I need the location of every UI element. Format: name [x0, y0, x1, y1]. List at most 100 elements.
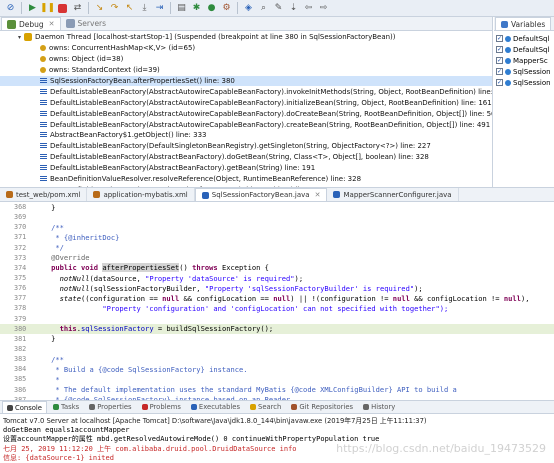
console-tab[interactable]: Console	[2, 401, 47, 413]
terminate-icon[interactable]	[58, 3, 67, 13]
line-number: 383	[14, 355, 27, 364]
java-file-icon	[333, 191, 341, 198]
checkbox-checked-icon[interactable]: ✓	[496, 68, 503, 75]
code-line: 370 /**	[0, 222, 554, 232]
code-line: 382	[0, 344, 554, 354]
variable-row[interactable]: ✓ SqlSession	[494, 66, 554, 77]
skip-breakpoints-icon[interactable]: ⊘	[4, 2, 17, 15]
collapse-icon[interactable]: ▾	[18, 34, 21, 41]
code-area[interactable]: 368 } 369 370 /** 371 * {@inheritDoc} 372 */…	[0, 202, 554, 400]
drop-to-frame-icon[interactable]: ⤓	[138, 2, 151, 15]
external-tools-icon[interactable]: ⚙	[220, 2, 233, 15]
breakpoint-icon	[505, 79, 511, 86]
line-number: 368	[14, 203, 27, 212]
main-toolbar: ⊘ ▶ ❚❚ ⇄ ↘ ↷ ↖ ⤓ ⇥ ▤ ✱ ● ⚙ ◈ ⌕ ✎ ⇣ ⇦ ⇨	[0, 0, 554, 17]
editor-tab[interactable]: test_web/pom.xml	[0, 188, 88, 201]
console-tab[interactable]: Search	[246, 401, 285, 413]
editor-tab[interactable]: MapperScannerConfigurer.java	[327, 188, 459, 201]
close-icon[interactable]: ✕	[49, 20, 55, 28]
disconnect-icon[interactable]: ⇄	[71, 2, 84, 15]
variable-label: SqlSession	[513, 78, 551, 87]
toolbar-separator	[237, 2, 238, 14]
variable-row[interactable]: ✓ DefaultSql	[494, 44, 554, 55]
line-number: 372	[14, 243, 27, 252]
console-tab-label: Git Repositories	[299, 403, 354, 411]
editor-tab[interactable]: SqlSessionFactoryBean.java ✕	[194, 188, 328, 201]
stack-frame-icon	[40, 99, 47, 106]
xml-file-icon	[6, 191, 13, 198]
next-annotation-icon[interactable]: ⇣	[287, 2, 300, 15]
stack-frame-row[interactable]: DefaultListableBeanFactory(AbstractBeanF…	[0, 163, 492, 174]
stack-frame-row[interactable]: DefaultListableBeanFactory(AbstractAutow…	[0, 108, 492, 119]
variable-row[interactable]: ✓ MapperSc	[494, 55, 554, 66]
tab-servers[interactable]: Servers	[61, 17, 112, 30]
monitor-icon	[40, 45, 46, 52]
checkbox-checked-icon[interactable]: ✓	[496, 35, 503, 42]
thread-row[interactable]: ▾ Daemon Thread [localhost-startStop-1] …	[0, 32, 492, 43]
owns-row[interactable]: owns: ConcurrentHashMap<K,V> (id=65)	[0, 43, 492, 54]
search-icon[interactable]: ⌕	[257, 2, 270, 15]
code-line: 378 "Property 'configuration' and 'confi…	[0, 303, 554, 313]
stack-frame-label: DefaultListableBeanFactory(AbstractAutow…	[50, 98, 493, 107]
variables-view: Variables ✓ DefaultSql ✓ DefaultSql ✓ MapperS…	[494, 17, 554, 187]
code-text: /**	[34, 354, 64, 364]
console-line: doGetBean equals1accountMapper	[3, 425, 130, 434]
forward-icon[interactable]: ⇨	[317, 2, 330, 15]
code-line: 376 notNull(sqlSessionFactoryBuilder, "P…	[0, 283, 554, 293]
console-tab[interactable]: Git Repositories	[287, 401, 357, 413]
code-text: @Override	[34, 253, 90, 263]
owns-row[interactable]: owns: StandardContext (id=39)	[0, 65, 492, 76]
checkbox-checked-icon[interactable]: ✓	[496, 57, 503, 64]
variable-row[interactable]: ✓ DefaultSql	[494, 33, 554, 44]
stack-frame-row[interactable]: BeanDefinitionValueResolver.resolveRefer…	[0, 174, 492, 185]
thread-suspended-icon	[24, 33, 33, 42]
stack-frame-label: AbstractBeanFactory$1.getObject() line: …	[50, 131, 207, 140]
console-tab[interactable]: History	[359, 401, 399, 413]
console-tab[interactable]: Properties	[85, 401, 135, 413]
checkbox-checked-icon[interactable]: ✓	[496, 79, 503, 86]
console-tab-icon	[89, 404, 96, 410]
editor-tab[interactable]: application-mybatis.xml	[87, 188, 195, 201]
new-icon[interactable]: ▤	[175, 2, 188, 15]
console-tab-label: Tasks	[60, 403, 80, 411]
stack-frame-row[interactable]: DefaultListableBeanFactory(AbstractAutow…	[0, 97, 492, 108]
console-tab[interactable]: Problems	[138, 401, 185, 413]
pin-icon[interactable]: ✎	[272, 2, 285, 15]
variable-row[interactable]: ✓ SqlSession	[494, 77, 554, 88]
tab-variables[interactable]: Variables	[495, 17, 552, 30]
step-over-icon[interactable]: ↷	[108, 2, 121, 15]
code-text: * {@inheritDoc}	[34, 232, 120, 242]
stack-frame-row[interactable]: DefaultListableBeanFactory(AbstractBeanF…	[0, 152, 492, 163]
console-tab-label: Search	[258, 403, 282, 411]
stack-frame-row[interactable]: DefaultListableBeanFactory(DefaultSingle…	[0, 141, 492, 152]
console-tab[interactable]: Tasks	[49, 401, 83, 413]
code-text: notNull(dataSource, "Property 'dataSourc…	[59, 273, 304, 283]
resume-icon[interactable]: ▶	[26, 2, 39, 15]
stack-frame-row[interactable]: AbstractBeanFactory$1.getObject() line: …	[0, 130, 492, 141]
step-into-icon[interactable]: ↘	[93, 2, 106, 15]
line-number: 378	[14, 304, 27, 313]
suspend-icon[interactable]: ❚❚	[40, 2, 55, 15]
stack-frame-row[interactable]: DefaultListableBeanFactory(AbstractAutow…	[0, 119, 492, 130]
thread-tree: ▾ Daemon Thread [localhost-startStop-1] …	[0, 31, 492, 187]
run-icon[interactable]: ●	[205, 2, 218, 15]
checkbox-checked-icon[interactable]: ✓	[496, 46, 503, 53]
open-type-icon[interactable]: ◈	[242, 2, 255, 15]
stack-frame-row[interactable]: DefaultListableBeanFactory(AbstractAutow…	[0, 86, 492, 97]
owns-row[interactable]: owns: Object (id=38)	[0, 54, 492, 65]
close-icon[interactable]: ✕	[315, 191, 321, 199]
debug-launch-icon[interactable]: ✱	[190, 2, 203, 15]
editor-tabbar: test_web/pom.xml application-mybatis.xml S…	[0, 188, 554, 202]
console-tab-icon	[7, 404, 13, 411]
tab-debug[interactable]: Debug ✕	[1, 17, 61, 30]
back-icon[interactable]: ⇦	[302, 2, 315, 15]
stack-frame-icon	[40, 121, 47, 128]
console-tab[interactable]: Executables	[187, 401, 244, 413]
use-step-filters-icon[interactable]: ⇥	[153, 2, 166, 15]
line-number: 384	[14, 365, 27, 374]
line-number: 371	[14, 233, 27, 242]
code-editor: test_web/pom.xml application-mybatis.xml S…	[0, 187, 554, 400]
variables-view-tabbar: Variables	[494, 17, 554, 31]
step-return-icon[interactable]: ↖	[123, 2, 136, 15]
stack-frame-row[interactable]: SqlSessionFactoryBean.afterPropertiesSet…	[0, 75, 492, 87]
